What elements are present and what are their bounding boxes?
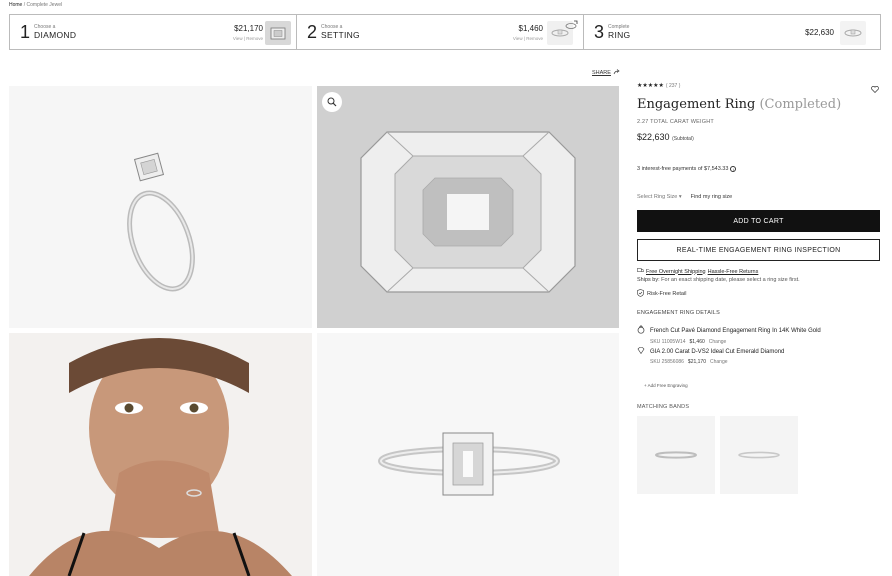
gallery-image-model-wearing-ring[interactable] xyxy=(9,333,312,576)
product-rating[interactable]: ★★★★★ ( 237 ) xyxy=(637,82,681,90)
step-number: 1 xyxy=(20,22,31,42)
change-link[interactable]: Change xyxy=(710,359,728,365)
step-choose-diamond[interactable]: 1 Choose a DIAMOND $21,170 View | Remove xyxy=(9,14,296,50)
share-label: SHARE xyxy=(592,70,611,76)
detail-item-price: $1,460 xyxy=(689,339,705,345)
gallery-image-ring-front[interactable] xyxy=(317,333,619,576)
price-value: $22,630 xyxy=(637,132,670,142)
ring-edit-icon xyxy=(565,17,579,35)
magnifier-icon xyxy=(327,97,337,107)
matching-band-2[interactable] xyxy=(720,416,798,494)
band-image xyxy=(738,451,780,459)
product-title-main: Engagement Ring xyxy=(637,97,756,112)
diamond-icon xyxy=(637,347,645,356)
zoom-button[interactable] xyxy=(322,92,342,112)
share-button[interactable]: SHARE xyxy=(592,69,620,77)
detail-item-sku: SKU 25856086 xyxy=(650,359,684,365)
breadcrumb: Home / Complete Jewel xyxy=(9,2,63,8)
rating-stars: ★★★★★ xyxy=(637,83,664,89)
detail-item-name: GIA 2.00 Carat D-VS2 Ideal Cut Emerald D… xyxy=(650,348,785,355)
risk-free-retail[interactable]: Risk-Free Retail xyxy=(637,289,686,299)
step-view-remove-links[interactable]: View | Remove xyxy=(513,36,543,41)
breadcrumb-home[interactable]: Home xyxy=(9,2,22,8)
step-price: $21,170 xyxy=(234,24,263,33)
ring-size-row: Select Ring Size ▾ Find my ring size xyxy=(637,194,732,200)
share-arrow-icon xyxy=(613,69,620,77)
heart-icon[interactable] xyxy=(871,80,879,98)
matching-band-1[interactable] xyxy=(637,416,715,494)
carat-weight: 2.27 TOTAL CARAT WEIGHT xyxy=(637,119,714,125)
detail-item-diamond: GIA 2.00 Carat D-VS2 Ideal Cut Emerald D… xyxy=(637,347,784,365)
detail-item-sku: SKU 11005W14 xyxy=(650,339,686,345)
step-choose-setting[interactable]: 2 Choose a SETTING $1,460 View | Remove xyxy=(296,14,584,50)
step-title: DIAMOND xyxy=(34,30,77,40)
step-title: SETTING xyxy=(321,30,360,40)
returns-link[interactable]: Hassle-Free Returns xyxy=(708,269,759,275)
change-link[interactable]: Change xyxy=(709,339,727,345)
add-to-cart-button[interactable]: ADD TO CART xyxy=(637,210,880,232)
detail-item-setting: French Cut Pavé Diamond Engagement Ring … xyxy=(637,325,821,345)
info-icon[interactable]: i xyxy=(730,166,737,172)
band-image xyxy=(655,451,697,459)
product-title: Engagement Ring (Completed) xyxy=(637,97,841,112)
free-shipping-link[interactable]: Free Overnight Shipping xyxy=(646,269,706,275)
matching-bands-heading: MATCHING BANDS xyxy=(637,404,690,410)
ships-by-text: For an exact shipping date, please selec… xyxy=(661,277,800,283)
ring-size-select[interactable]: Select Ring Size ▾ xyxy=(637,194,682,200)
build-ring-steps: 1 Choose a DIAMOND $21,170 View | Remove… xyxy=(9,14,881,50)
product-price: $22,630 (Subtotal) xyxy=(637,132,694,142)
review-count: ( 237 ) xyxy=(665,82,681,89)
detail-item-price: $21,170 xyxy=(687,359,706,365)
installments-text: 3 interest-free payments of $7,543.33 xyxy=(637,166,729,172)
step-price: $1,460 xyxy=(518,24,543,33)
step-number: 3 xyxy=(594,22,605,42)
breadcrumb-current: Complete Jewel xyxy=(26,2,63,8)
completed-ring-thumbnail xyxy=(840,21,866,45)
details-heading: ENGAGEMENT RING DETAILS xyxy=(637,310,720,316)
risk-free-label: Risk-Free Retail xyxy=(647,291,687,297)
step-price: $22,630 xyxy=(805,28,834,37)
step-view-remove-links[interactable]: View | Remove xyxy=(233,36,263,41)
emerald-diamond-thumbnail xyxy=(265,21,291,45)
product-title-sub: (Completed) xyxy=(759,97,842,112)
truck-icon xyxy=(637,268,644,275)
gallery-image-diamond-closeup[interactable] xyxy=(317,86,619,328)
step-complete-ring[interactable]: 3 Complete RING $22,630 xyxy=(584,14,881,50)
add-engraving-link[interactable]: + Add Free Engraving xyxy=(644,383,688,388)
shield-check-icon xyxy=(637,289,644,299)
ring-inspection-button[interactable]: REAL-TIME ENGAGEMENT RING INSPECTION xyxy=(637,239,880,261)
ships-by-label: Ships by: xyxy=(637,277,660,283)
shipping-info: Free Overnight Shipping Hassle-Free Retu… xyxy=(637,268,800,283)
step-number: 2 xyxy=(307,22,318,42)
find-ring-size-link[interactable]: Find my ring size xyxy=(691,194,733,200)
ring-size-select-label: Select Ring Size xyxy=(637,194,678,200)
chevron-down-icon: ▾ xyxy=(678,194,682,200)
installments-info: 3 interest-free payments of $7,543.33 i xyxy=(637,166,737,172)
ring-icon xyxy=(637,325,645,336)
detail-item-name: French Cut Pavé Diamond Engagement Ring … xyxy=(650,327,821,334)
price-note: (Subtotal) xyxy=(672,136,694,142)
gallery-image-ring-angled[interactable] xyxy=(9,86,312,328)
step-title: RING xyxy=(608,30,631,40)
